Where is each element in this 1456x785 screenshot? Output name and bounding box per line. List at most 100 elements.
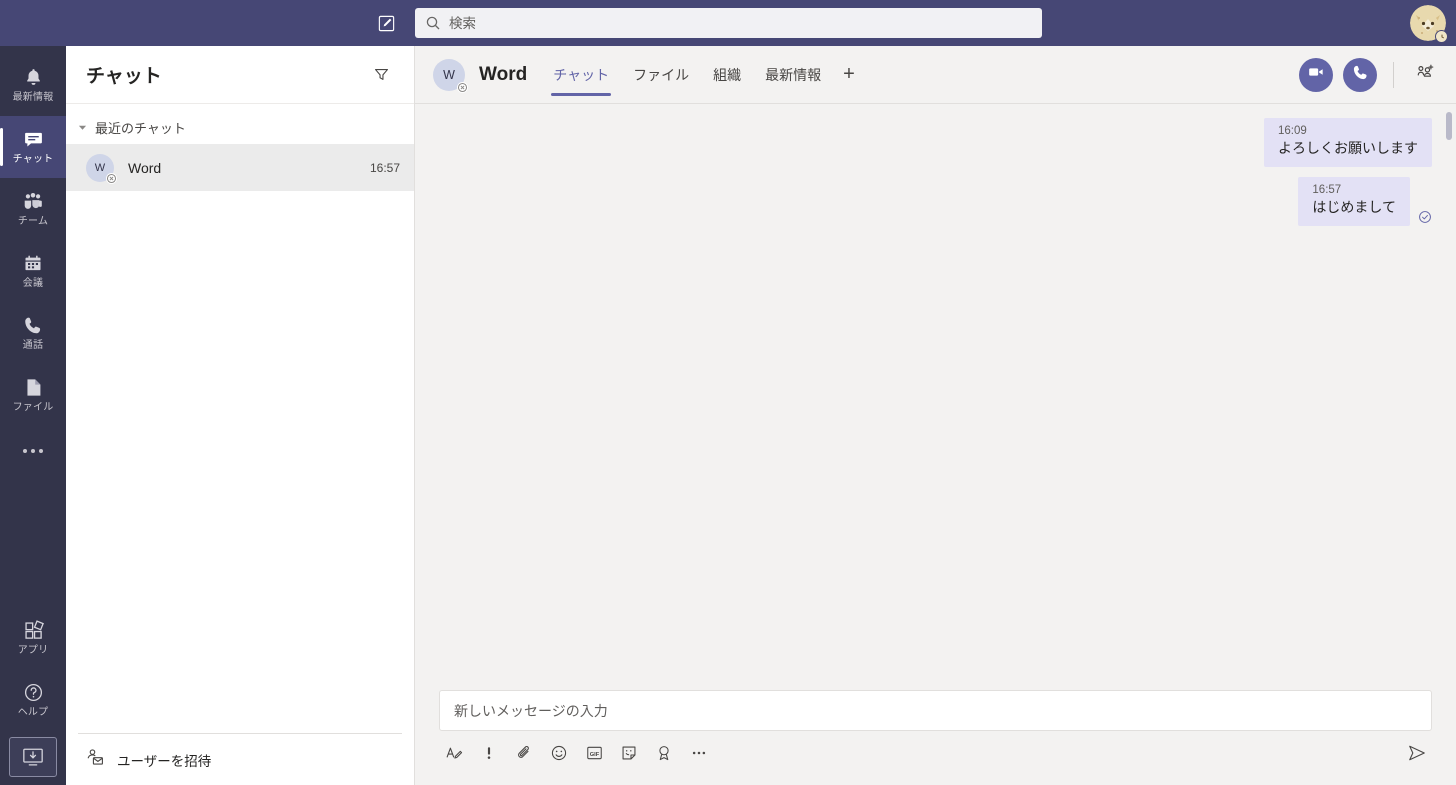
praise-button[interactable] <box>649 738 679 768</box>
sidebar-item-help[interactable]: ヘルプ <box>0 669 66 731</box>
add-person-icon <box>1416 62 1436 87</box>
teams-icon <box>22 190 44 212</box>
conversation-title: Word <box>479 63 528 85</box>
chat-list-panel: チャット 最近のチャット W Word 16:57 ユーザーを招待 <box>66 46 415 785</box>
chat-list-header: チャット <box>66 46 414 104</box>
sidebar-item-chat[interactable]: チャット <box>0 116 66 178</box>
video-call-button[interactable] <box>1299 57 1333 92</box>
tab-label: 最新情報 <box>765 66 822 83</box>
download-desktop-app-icon[interactable] <box>9 737 57 777</box>
chat-icon <box>23 128 44 150</box>
sidebar-item-teams[interactable]: チーム <box>0 178 66 240</box>
tab-chat[interactable]: チャット <box>541 46 621 104</box>
sidebar-item-files[interactable]: ファイル <box>0 364 66 426</box>
compose-toolbar: GIF <box>439 735 1432 771</box>
apps-grid-icon <box>23 619 44 641</box>
recent-chats-section-header[interactable]: 最近のチャット <box>66 110 414 144</box>
tab-files[interactable]: ファイル <box>621 46 701 104</box>
conversation-panel: W Word チャット ファイル 組織 最新情報 + 16:09 よろしくお願い… <box>415 46 1456 785</box>
help-question-icon <box>23 681 44 703</box>
message-timestamp: 16:09 <box>1278 125 1307 137</box>
compose-area: GIF <box>415 690 1456 785</box>
conversation-header-actions <box>1299 57 1442 92</box>
chat-list-spacer <box>66 191 414 733</box>
sidebar-item-label: ヘルプ <box>17 707 49 718</box>
files-icon <box>24 376 43 398</box>
app-body: 最新情報 チャット チーム 会議 通話 ファイル アプリ ヘルプ チャット 最近… <box>0 46 1456 785</box>
read-receipt-icon <box>1418 210 1432 224</box>
sticker-button[interactable] <box>614 738 644 768</box>
calendar-icon <box>23 252 43 274</box>
avatar: W <box>86 153 117 184</box>
message-bubble[interactable]: 16:09 よろしくお願いします <box>1264 118 1432 167</box>
format-text-button[interactable] <box>439 738 469 768</box>
more-options-button[interactable] <box>684 738 714 768</box>
sidebar-item-label: 通話 <box>22 340 44 351</box>
page-title: チャット <box>86 66 162 87</box>
scrollbar-thumb[interactable] <box>1446 112 1452 140</box>
emoji-button[interactable] <box>544 738 574 768</box>
message-timestamp: 16:57 <box>1312 184 1342 196</box>
invite-user-button[interactable]: ユーザーを招待 <box>78 733 402 785</box>
invite-user-label: ユーザーを招待 <box>117 753 212 769</box>
sidebar-item-apps[interactable]: アプリ <box>0 607 66 669</box>
sidebar-item-calls[interactable]: 通話 <box>0 302 66 364</box>
set-delivery-options-button[interactable] <box>474 738 504 768</box>
invite-user-icon <box>86 748 105 772</box>
svg-text:GIF: GIF <box>589 752 599 758</box>
giphy-button[interactable]: GIF <box>579 738 609 768</box>
sidebar-item-activity[interactable]: 最新情報 <box>0 54 66 116</box>
sidebar-item-calendar[interactable]: 会議 <box>0 240 66 302</box>
attach-file-button[interactable] <box>509 738 539 768</box>
message-bubble[interactable]: 16:57 はじめまして <box>1298 177 1410 226</box>
message-text: はじめまして <box>1312 199 1396 215</box>
message-text: よろしくお願いします <box>1278 140 1418 156</box>
filter-funnel-icon[interactable] <box>366 60 396 90</box>
sidebar-item-label: 最新情報 <box>12 92 54 103</box>
chat-name: Word <box>128 159 162 176</box>
sidebar-item-label: チャット <box>12 154 54 165</box>
divider <box>1393 61 1394 88</box>
status-badge <box>1435 30 1448 43</box>
phone-icon <box>23 314 43 336</box>
sidebar-item-label: 会議 <box>22 278 44 289</box>
message-row: 16:09 よろしくお願いします <box>439 118 1432 167</box>
message-row: 16:57 はじめまして <box>439 177 1432 226</box>
tab-label: 組織 <box>713 66 742 83</box>
tab-activity[interactable]: 最新情報 <box>753 46 833 104</box>
avatar: W <box>433 58 468 93</box>
tab-organization[interactable]: 組織 <box>701 46 753 104</box>
search-icon <box>425 15 441 31</box>
more-apps-icon[interactable] <box>0 426 66 476</box>
top-bar <box>0 0 1456 46</box>
bell-icon <box>23 66 44 88</box>
search-box[interactable] <box>415 8 1042 38</box>
send-button[interactable] <box>1402 738 1432 768</box>
add-tab-button[interactable]: + <box>833 46 865 104</box>
compose-new-chat-icon[interactable] <box>372 9 400 37</box>
rail-bottom-group: アプリ ヘルプ <box>0 607 66 785</box>
list-item[interactable]: W Word 16:57 <box>66 144 414 191</box>
audio-call-button[interactable] <box>1343 57 1377 92</box>
tab-label: チャット <box>553 66 610 83</box>
chevron-down-icon <box>78 123 87 132</box>
status-badge-offline <box>106 172 117 184</box>
app-rail: 最新情報 チャット チーム 会議 通話 ファイル アプリ ヘルプ <box>0 46 66 785</box>
add-people-button[interactable] <box>1410 59 1442 91</box>
message-list: 16:09 よろしくお願いします 16:57 はじめまして <box>415 104 1456 690</box>
section-label: 最近のチャット <box>95 120 186 136</box>
message-input[interactable] <box>454 702 1417 719</box>
sidebar-item-label: アプリ <box>17 645 49 656</box>
avatar-initials: W <box>94 161 106 174</box>
conversation-tabs: チャット ファイル 組織 最新情報 + <box>541 46 865 104</box>
sidebar-item-label: チーム <box>17 216 49 227</box>
avatar-initials: W <box>443 67 455 82</box>
conversation-header: W Word チャット ファイル 組織 最新情報 + <box>415 46 1456 104</box>
search-input[interactable] <box>449 15 1032 31</box>
video-camera-icon <box>1307 63 1325 86</box>
status-badge-offline <box>457 81 468 93</box>
message-input-box[interactable] <box>439 690 1432 731</box>
phone-icon <box>1352 64 1369 86</box>
plus-icon: + <box>843 63 855 85</box>
chat-timestamp: 16:57 <box>369 160 400 175</box>
